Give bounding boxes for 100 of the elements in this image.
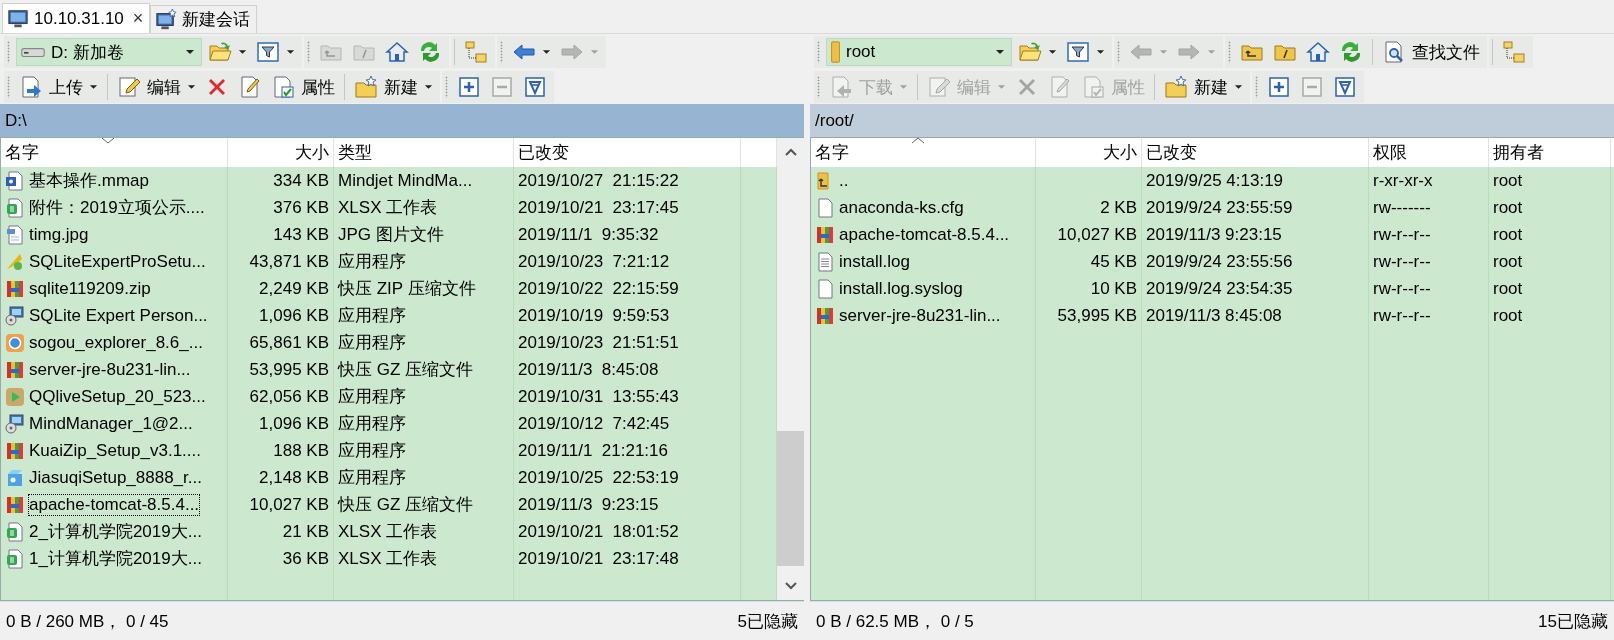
table-cell: 2019/9/24 23:54:35	[1146, 278, 1293, 299]
folder-combobox[interactable]: root	[826, 38, 1012, 66]
toolbar-grip[interactable]	[7, 76, 10, 98]
new-folder-icon	[1164, 75, 1188, 99]
file-name[interactable]: apache-tomcat-8.5.4...	[839, 224, 1010, 245]
table-cell: 2019/10/12 7:42:45	[518, 413, 670, 434]
table-cell-text: XLSX 工作表	[338, 548, 438, 570]
table-cell: 2,148 KB	[259, 467, 329, 488]
find-files-button[interactable]: 查找文件	[1379, 38, 1483, 66]
file-name[interactable]: ..	[839, 170, 849, 191]
folder-icon	[208, 40, 232, 64]
image-file-icon	[5, 224, 25, 245]
file-name[interactable]: MindManager_1@2...	[29, 413, 193, 434]
table-cell: 2019/10/27 21:15:22	[518, 170, 679, 191]
archive-icon	[5, 278, 25, 299]
file-name[interactable]: install.log	[839, 251, 910, 272]
toolbar-grip[interactable]	[500, 41, 503, 63]
folder-tree-icon	[1502, 40, 1526, 64]
toolbar-grip[interactable]	[7, 41, 10, 63]
file-name[interactable]: SQLite Expert Person...	[29, 305, 208, 326]
scroll-down-icon[interactable]	[783, 581, 798, 591]
upload-button[interactable]: 上传	[16, 73, 101, 101]
drive-combobox[interactable]: D: 新加卷	[16, 38, 202, 66]
session-tab[interactable]: 10.10.31.10 ×	[2, 3, 151, 33]
session-tab[interactable]: 新建会话	[150, 5, 258, 33]
table-cell: Mindjet MindMa...	[338, 170, 473, 191]
file-name[interactable]: apache-tomcat-8.5.4...	[29, 494, 200, 515]
table-cell: 2019/10/23 21:51:51	[518, 332, 679, 353]
file-name[interactable]: SQLiteExpertProSetu...	[29, 251, 206, 272]
new-button[interactable]: 新建	[1161, 73, 1246, 101]
file-name[interactable]: QQliveSetup_20_523...	[29, 386, 206, 407]
file-name[interactable]: sqlite119209.zip	[29, 278, 151, 299]
new-button[interactable]: 新建	[351, 73, 436, 101]
file-name[interactable]: install.log.syslog	[839, 278, 963, 299]
table-cell: root	[1493, 224, 1523, 245]
text-file-icon	[815, 251, 835, 272]
file-name[interactable]: server-jre-8u231-lin...	[839, 305, 1001, 326]
archive-icon	[5, 359, 25, 380]
table-cell: 62,056 KB	[249, 386, 329, 407]
file-icon	[815, 197, 835, 218]
home-icon	[1306, 40, 1330, 64]
filter-icon	[256, 40, 280, 64]
table-cell-text: XLSX 工作表	[338, 521, 438, 543]
toolbar-grip[interactable]	[817, 76, 820, 98]
hidden-count: 15已隐藏	[1538, 610, 1608, 633]
close-button[interactable]: ×	[132, 8, 144, 29]
table-cell: 2019/11/3 9:23:15	[518, 494, 659, 515]
scrollbar-thumb[interactable]	[777, 431, 804, 566]
file-name[interactable]: timg.jpg	[29, 224, 89, 245]
spreadsheet-icon	[5, 197, 25, 218]
table-cell: 2019/11/3 8:45:08	[518, 359, 659, 380]
table-cell-text: 快压 GZ 压缩文件	[338, 359, 474, 381]
file-name[interactable]: 基本操作.mmap	[29, 169, 149, 192]
file-name[interactable]: 附件：2019立项公示....	[29, 196, 205, 219]
table-cell: rw-r--r--	[1373, 251, 1431, 272]
toolbar-grip[interactable]	[307, 41, 310, 63]
file-name[interactable]: server-jre-8u231-lin...	[29, 359, 191, 380]
pencil-page-icon	[238, 75, 262, 99]
edit-button[interactable]: 编辑	[114, 73, 199, 101]
installer-icon	[5, 305, 25, 326]
table-cell: 65,861 KB	[249, 332, 329, 353]
toolbar-grip[interactable]	[1228, 41, 1231, 63]
table-cell: root	[1493, 197, 1523, 218]
properties-button[interactable]: 属性	[268, 73, 338, 101]
filter-icon	[1066, 40, 1090, 64]
table-cell: root	[1493, 170, 1523, 191]
table-cell: 2 KB	[1100, 197, 1137, 218]
toolbar-grip[interactable]	[445, 76, 448, 98]
table-cell-text: 应用程序	[338, 467, 406, 489]
toolbar-grip[interactable]	[817, 41, 820, 63]
current-path: /root/	[815, 110, 854, 131]
table-cell-text: 快压 ZIP 压缩文件	[338, 278, 476, 300]
table-cell: 2019/10/23 7:21:12	[518, 251, 670, 272]
plus-icon	[1267, 75, 1291, 99]
pencil-page-icon	[117, 75, 141, 99]
toolbar-grip[interactable]	[1255, 76, 1258, 98]
spreadsheet-icon	[5, 548, 25, 569]
browser-icon	[5, 332, 25, 353]
table-cell: 1,096 KB	[259, 413, 329, 434]
checked-page-icon	[271, 75, 295, 99]
archive-icon	[815, 305, 835, 326]
table-cell: 53,995 KB	[1057, 305, 1137, 326]
archive-icon	[5, 494, 25, 515]
table-cell: 2019/11/1 21:21:16	[518, 440, 668, 461]
spreadsheet-icon	[5, 521, 25, 542]
file-name[interactable]: 1_计算机学院2019大...	[29, 547, 202, 570]
file-name[interactable]: anaconda-ks.cfg	[839, 197, 964, 218]
scroll-up-icon[interactable]	[783, 147, 798, 157]
table-cell: 2019/11/3 9:23:15	[1146, 224, 1282, 245]
current-path: D:\	[5, 110, 27, 131]
minus-icon	[1300, 75, 1324, 99]
table-cell: 2019/11/1 9:35:32	[518, 224, 659, 245]
installer-icon	[5, 413, 25, 434]
file-name[interactable]: JiasuqiSetup_8888_r...	[29, 467, 202, 488]
file-name[interactable]: 2_计算机学院2019大...	[29, 520, 202, 543]
hidden-count: 5已隐藏	[737, 610, 798, 633]
toolbar-grip[interactable]	[1117, 41, 1120, 63]
file-name[interactable]: sogou_explorer_8.6_...	[29, 332, 203, 353]
file-name[interactable]: KuaiZip_Setup_v3.1....	[29, 440, 201, 461]
table-cell: 2019/10/31 13:55:43	[518, 386, 679, 407]
